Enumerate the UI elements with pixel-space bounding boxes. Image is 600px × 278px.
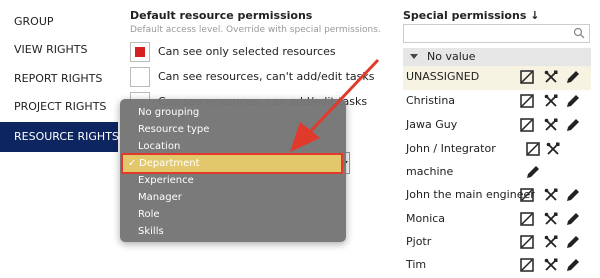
pencil-icon[interactable] [565,93,581,109]
permission-checkbox[interactable] [130,67,150,87]
dropdown-item-department[interactable]: ✓ Department [121,153,343,174]
no-access-icon[interactable] [519,234,535,250]
search-input[interactable] [403,24,590,43]
special-permission-row[interactable]: Tim [403,254,591,278]
dropdown-item-manager[interactable]: Manager [120,189,346,206]
chevron-down-icon [410,54,418,59]
dropdown-item-label: Department [139,158,200,169]
tools-icon[interactable] [543,211,559,227]
permission-checkbox[interactable] [130,42,150,62]
nav-item-view-rights[interactable]: VIEW RIGHTS [0,37,118,63]
no-access-icon[interactable] [519,211,535,227]
pencil-icon[interactable] [525,164,541,180]
group-header-no-value[interactable]: No value [403,48,591,66]
pencil-icon[interactable] [565,187,581,203]
special-permission-row[interactable]: machine [403,161,591,185]
tools-icon[interactable] [543,257,559,273]
no-access-icon[interactable] [519,117,535,133]
nav-item-group[interactable]: GROUP [0,9,118,35]
no-access-icon[interactable] [519,69,535,85]
pencil-icon[interactable] [565,69,581,85]
annotation-arrow-icon [290,58,380,152]
tools-icon[interactable] [545,141,561,157]
special-permission-row[interactable]: John / Integrator [403,138,591,162]
nav-item-project-rights[interactable]: PROJECT RIGHTS [0,94,118,120]
checkmark-icon: ✓ [128,158,137,169]
left-nav: GROUP VIEW RIGHTS REPORT RIGHTS PROJECT … [0,0,119,246]
no-access-icon[interactable] [525,141,541,157]
no-access-icon[interactable] [519,187,535,203]
no-access-icon[interactable] [519,93,535,109]
dropdown-item-skills[interactable]: Skills [120,223,346,240]
default-permissions-title: Default resource permissions [130,9,313,22]
special-permission-row[interactable]: Jawa Guy [403,114,591,138]
special-permission-name: John / Integrator [406,142,496,155]
pencil-icon[interactable] [565,257,581,273]
pencil-icon[interactable] [565,211,581,227]
no-access-icon[interactable] [519,257,535,273]
special-permission-row[interactable]: Christina [403,90,591,114]
dropdown-item-role[interactable]: Role [120,206,346,223]
special-permission-row[interactable]: John the main engineer [403,184,591,208]
special-permission-row[interactable]: Monica [403,208,591,232]
tools-icon[interactable] [543,117,559,133]
special-permission-name: Jawa Guy [406,118,458,131]
special-permission-name: John the main engineer [406,188,535,201]
dropdown-item-experience[interactable]: Experience [120,172,346,189]
special-permission-row[interactable]: UNASSIGNED [403,66,591,90]
pencil-icon[interactable] [565,117,581,133]
special-permission-name: machine [406,165,454,178]
special-permission-name: UNASSIGNED [406,70,480,83]
tools-icon[interactable] [543,187,559,203]
tools-icon[interactable] [543,93,559,109]
pencil-icon[interactable] [565,234,581,250]
group-header-label: No value [427,50,476,63]
search-icon [573,27,585,39]
nav-item-report-rights[interactable]: REPORT RIGHTS [0,66,118,92]
special-permission-row[interactable]: Pjotr [403,231,591,255]
default-permissions-subtitle: Default access level. Override with spec… [130,25,381,35]
special-permission-name: Monica [406,212,446,225]
special-permissions-title: Special permissions ↓ [403,9,540,22]
tools-icon[interactable] [543,234,559,250]
special-permission-name: Christina [406,94,456,107]
tools-icon[interactable] [543,69,559,85]
nav-item-resource-rights[interactable]: RESOURCE RIGHTS [0,122,119,152]
special-permission-name: Pjotr [406,235,432,248]
special-permission-name: Tim [406,258,427,271]
